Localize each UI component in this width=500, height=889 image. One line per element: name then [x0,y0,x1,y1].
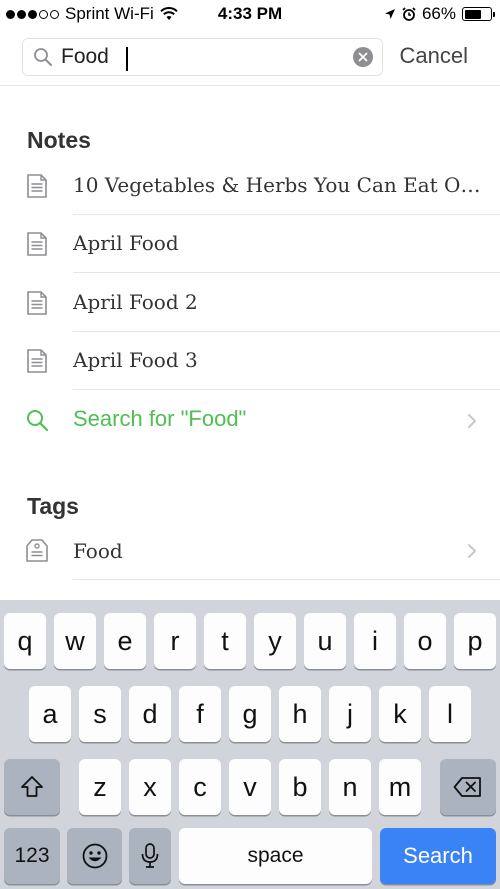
shift-key[interactable] [4,759,60,815]
note-result[interactable]: April Food 3 [0,332,500,390]
note-icon [27,232,47,256]
shift-icon [21,776,43,797]
microphone-icon [141,843,159,868]
note-icon [27,174,47,198]
key-y[interactable]: y [254,613,296,669]
tag-icon [26,539,48,562]
key-w[interactable]: w [54,613,96,669]
text-cursor [126,47,128,71]
key-m[interactable]: m [379,759,421,815]
key-x[interactable]: x [129,759,171,815]
note-title: 10 Vegetables & Herbs You Can Eat Onc… [73,173,483,197]
divider [73,389,500,390]
notes-section-title: Notes [27,127,91,153]
divider [73,579,500,580]
key-n[interactable]: n [329,759,371,815]
status-bar: Sprint Wi-Fi 4:33 PM 66% [0,0,500,30]
search-for-row[interactable]: Search for "Food" [0,391,500,449]
note-icon [27,291,47,315]
backspace-icon [453,777,481,797]
key-k[interactable]: k [379,686,421,742]
key-o[interactable]: o [404,613,446,669]
search-field[interactable] [22,38,383,76]
note-result[interactable]: 10 Vegetables & Herbs You Can Eat Onc… [0,157,500,215]
carrier-name: Sprint Wi-Fi [65,4,154,23]
chevron-right-icon [468,544,476,558]
status-left: Sprint Wi-Fi [6,4,178,24]
note-title: April Food 2 [73,290,483,314]
chevron-right-icon [468,414,476,428]
divider [73,272,500,273]
signal-strength-icon [6,9,59,19]
battery-icon [462,7,495,21]
note-result[interactable]: April Food 2 [0,274,500,332]
search-key[interactable]: Search [380,828,496,884]
search-icon [27,410,48,432]
note-icon [27,349,47,373]
location-arrow-icon [384,9,395,19]
note-result[interactable]: April Food [0,215,500,273]
key-f[interactable]: f [179,686,221,742]
key-u[interactable]: u [304,613,346,669]
key-v[interactable]: v [229,759,271,815]
note-title: April Food [73,231,483,255]
key-h[interactable]: h [279,686,321,742]
emoji-icon [82,843,107,869]
key-s[interactable]: s [79,686,121,742]
alarm-icon [402,7,416,21]
key-d[interactable]: d [129,686,171,742]
emoji-key[interactable] [67,828,122,884]
key-l[interactable]: l [429,686,471,742]
key-j[interactable]: j [329,686,371,742]
key-a[interactable]: a [29,686,71,742]
key-t[interactable]: t [204,613,246,669]
key-i[interactable]: i [354,613,396,669]
key-e[interactable]: e [104,613,146,669]
key-r[interactable]: r [154,613,196,669]
tag-label: Food [73,539,483,563]
note-title: April Food 3 [73,348,483,372]
key-c[interactable]: c [179,759,221,815]
keyboard: q w e r t y u i o p a s d f g h j k l z … [0,600,500,889]
search-for-label: Search for "Food" [73,406,247,431]
key-g[interactable]: g [229,686,271,742]
microphone-key[interactable] [129,828,171,884]
key-z[interactable]: z [79,759,121,815]
clear-icon[interactable] [353,47,373,67]
search-input[interactable] [61,42,351,72]
key-p[interactable]: p [454,613,496,669]
key-q[interactable]: q [4,613,46,669]
backspace-key[interactable] [440,759,496,815]
search-icon [34,48,52,66]
wifi-icon [160,7,178,20]
cancel-button[interactable]: Cancel [400,43,468,69]
space-key[interactable]: space [179,828,372,884]
status-right: 66% [384,4,495,24]
numbers-key[interactable]: 123 [4,828,60,884]
tags-section-title: Tags [27,493,79,519]
search-header: Cancel [0,30,500,86]
battery-level [464,9,481,19]
battery-percent: 66% [421,4,456,23]
tag-result[interactable]: Food [0,522,500,580]
key-b[interactable]: b [279,759,321,815]
